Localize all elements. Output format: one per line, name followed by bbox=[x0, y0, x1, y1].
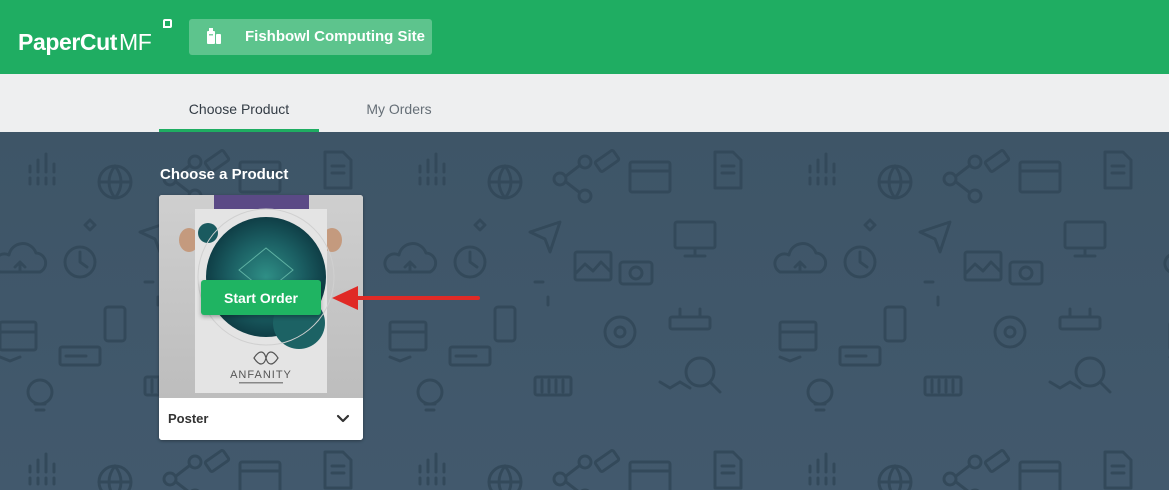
section-title: Choose a Product bbox=[160, 166, 289, 183]
logo-speech-badge-icon bbox=[163, 19, 172, 28]
tab-bar: Choose Product My Orders bbox=[0, 74, 1169, 132]
product-card-poster: ANFANITY Start Order Poster bbox=[159, 195, 363, 440]
chevron-down-icon[interactable] bbox=[336, 413, 350, 425]
main-content: Choose a Product ANFANITY Start Order Po… bbox=[0, 132, 1169, 490]
tab-my-orders[interactable]: My Orders bbox=[340, 74, 458, 132]
start-order-button[interactable]: Start Order bbox=[201, 280, 321, 315]
logo-text: PaperCut bbox=[18, 29, 118, 55]
product-name: Poster bbox=[168, 411, 209, 426]
svg-text:ANFANITY: ANFANITY bbox=[230, 369, 292, 381]
tab-label: Choose Product bbox=[188, 101, 290, 117]
logo-suffix: MF bbox=[119, 29, 152, 55]
product-card-footer[interactable]: Poster bbox=[159, 398, 363, 440]
site-button-label: Fishbowl Computing Site bbox=[245, 28, 425, 45]
site-selector-button[interactable]: Fishbowl Computing Site bbox=[189, 19, 432, 55]
top-header-bar: PaperCut MF Fishbowl Computing Site bbox=[0, 0, 1169, 74]
papercut-logo: PaperCut MF bbox=[18, 26, 152, 58]
tab-label: My Orders bbox=[366, 101, 432, 117]
tab-choose-product[interactable]: Choose Product bbox=[159, 74, 319, 132]
printer-icon bbox=[207, 28, 221, 44]
red-arrow-annotation-icon bbox=[332, 286, 480, 310]
